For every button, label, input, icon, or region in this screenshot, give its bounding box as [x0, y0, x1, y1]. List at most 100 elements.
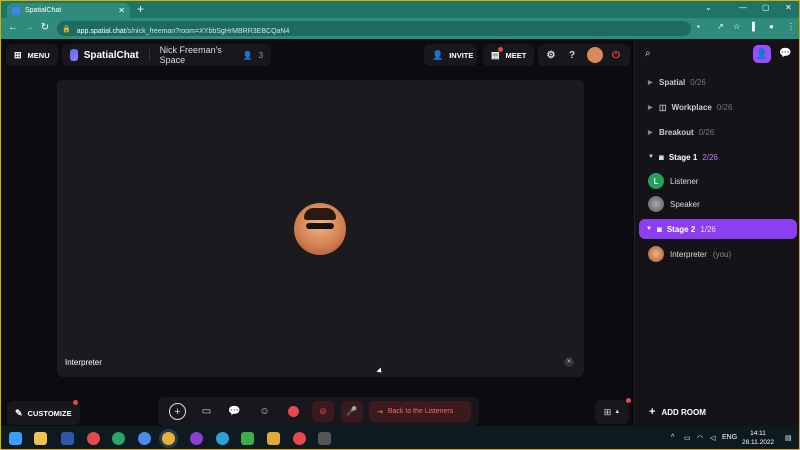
- invite-label: INVITE: [449, 50, 474, 60]
- back-icon[interactable]: ←: [5, 22, 21, 33]
- clock-date: 28.11.2022: [742, 439, 775, 446]
- room-stage-1[interactable]: ▼ ◙ Stage 1 2/26: [641, 147, 799, 167]
- avatar-hair: [304, 208, 336, 220]
- app-icon[interactable]: [138, 432, 151, 445]
- url-field[interactable]: 🔒 app.spatial.chat/s/nick_freeman?room=X…: [57, 21, 691, 36]
- slack-icon[interactable]: [267, 432, 280, 445]
- reload-icon[interactable]: ↻: [37, 22, 53, 33]
- bottom-toolbar: + ▭ 💬 ☺ ⊘ 🎤 ⇥ Back to the Listeners: [158, 397, 479, 426]
- browser-tab[interactable]: SpatialChat ✕: [7, 3, 130, 18]
- power-icon[interactable]: ⏻: [608, 47, 624, 63]
- chat-tab-icon[interactable]: 💬: [779, 48, 791, 59]
- minimize-icon[interactable]: —: [739, 3, 747, 12]
- app-icon[interactable]: [87, 432, 100, 445]
- you-label: (you): [712, 249, 732, 259]
- settings-gear-icon[interactable]: ⚙: [543, 47, 559, 63]
- vpn-icon[interactable]: [241, 432, 254, 445]
- back-to-listeners-button[interactable]: ⇥ Back to the Listeners: [369, 401, 471, 422]
- chrome-menu-icon[interactable]: ⋮: [787, 22, 795, 31]
- camera-off-button[interactable]: ⊘: [312, 401, 334, 422]
- participants-icon: 👤: [242, 50, 253, 60]
- room-count: 0/26: [690, 77, 706, 87]
- screen-share-icon[interactable]: ▭: [198, 403, 215, 420]
- divider: [148, 49, 150, 61]
- tray-icon[interactable]: ▭: [684, 434, 691, 442]
- tray-chevron-icon[interactable]: ^: [671, 434, 674, 441]
- room-spatial[interactable]: ▶ Spatial 0/26: [641, 72, 799, 92]
- grammarly-icon[interactable]: [112, 432, 125, 445]
- space-name: Nick Freeman's Space: [159, 45, 222, 65]
- meet-button[interactable]: ▤ MEET: [483, 44, 534, 66]
- spatialchat-logo-icon: [70, 49, 78, 61]
- room-count: 0/26: [698, 127, 715, 137]
- url-host: app.spatial.chat: [76, 27, 126, 35]
- caret-right-icon: ▶: [648, 79, 653, 86]
- people-tab-icon[interactable]: 👤: [753, 45, 771, 63]
- layout-button[interactable]: ⊞ ▲: [595, 398, 631, 424]
- room-count: 2/26: [702, 152, 718, 162]
- share-icon[interactable]: ↗: [717, 22, 724, 31]
- room-breakout[interactable]: ▶ Breakout 0/26: [641, 122, 799, 142]
- photoshop-icon[interactable]: [61, 432, 74, 445]
- maximize-icon[interactable]: ▢: [762, 3, 770, 12]
- app-icon[interactable]: [318, 432, 331, 445]
- room-workplace[interactable]: ▶ ◫ Workplace 0/26: [641, 97, 799, 117]
- forward-icon[interactable]: →: [21, 22, 37, 33]
- workplace-icon: ◫: [659, 102, 667, 112]
- chrome-icon[interactable]: [162, 432, 175, 445]
- room-name: Stage 2: [666, 224, 696, 234]
- file-explorer-icon[interactable]: [34, 432, 47, 445]
- app-icon[interactable]: [190, 432, 203, 445]
- search-icon[interactable]: ⌕: [645, 48, 651, 59]
- mic-muted-icon: ✕: [564, 357, 574, 367]
- notifications-icon[interactable]: ▤: [785, 434, 792, 442]
- room-count: 1/26: [700, 224, 716, 234]
- url-path: /s/nick_freeman?room=XYbbSgHrMBRR3EBCQaN…: [125, 27, 290, 35]
- wifi-icon[interactable]: ◠: [697, 434, 703, 442]
- help-icon[interactable]: ?: [564, 47, 580, 63]
- member-name: Listener: [670, 176, 699, 186]
- tab-close-icon[interactable]: ✕: [118, 6, 125, 15]
- avatar: [648, 196, 664, 212]
- room-count: 0/26: [716, 102, 733, 112]
- window-close-icon[interactable]: ✕: [785, 3, 792, 12]
- member-listener[interactable]: L Listener: [648, 173, 698, 189]
- member-name: Speaker: [670, 199, 700, 209]
- bookmark-star-icon[interactable]: ☆: [733, 22, 740, 31]
- user-avatar[interactable]: [587, 47, 603, 63]
- chevron-up-icon: ▲: [614, 409, 621, 415]
- member-speaker[interactable]: Speaker: [648, 196, 700, 212]
- room-stage-2[interactable]: ▼ ◙ Stage 2 1/26: [639, 219, 797, 239]
- mic-off-button[interactable]: 🎤: [341, 401, 363, 422]
- avatar-glasses: [306, 223, 334, 229]
- windows-start-icon[interactable]: [9, 432, 22, 445]
- exit-icon: ⇥: [377, 408, 383, 416]
- language-indicator[interactable]: ENG: [722, 434, 737, 441]
- pencil-icon: ✎: [15, 407, 23, 418]
- telegram-icon[interactable]: [216, 432, 229, 445]
- new-tab-icon[interactable]: +: [137, 2, 144, 16]
- stage-video-area: Interpreter ✕: [57, 80, 584, 377]
- yandex-icon[interactable]: [293, 432, 306, 445]
- customize-button[interactable]: ✎ CUSTOMIZE: [7, 400, 80, 425]
- add-icon[interactable]: +: [169, 403, 186, 420]
- room-name: Stage 1: [668, 152, 698, 162]
- tab-search-icon[interactable]: ⌄: [705, 3, 712, 12]
- chat-bubble-icon[interactable]: 💬: [226, 403, 243, 420]
- volume-icon[interactable]: ◁: [710, 434, 715, 442]
- system-clock[interactable]: 14:11 28.11.2022: [742, 429, 774, 447]
- profile-icon[interactable]: ●: [769, 22, 774, 31]
- record-icon[interactable]: [288, 406, 299, 417]
- invite-button[interactable]: 👤 INVITE: [424, 44, 477, 66]
- lock-icon[interactable]: 🔒: [62, 25, 71, 33]
- menu-button[interactable]: ⊞ MENU: [6, 44, 58, 66]
- participant-avatar[interactable]: [294, 203, 346, 255]
- avatar: L: [648, 173, 664, 189]
- add-room-label: ADD ROOM: [661, 407, 706, 417]
- room-name: Spatial: [659, 77, 686, 87]
- add-room-button[interactable]: + ADD ROOM: [649, 406, 706, 418]
- camera-indicator-icon[interactable]: ▪: [697, 22, 700, 31]
- emoji-icon[interactable]: ☺: [256, 403, 273, 420]
- sidepanel-icon[interactable]: ▌: [752, 22, 758, 31]
- member-interpreter[interactable]: Interpreter (you): [648, 246, 731, 262]
